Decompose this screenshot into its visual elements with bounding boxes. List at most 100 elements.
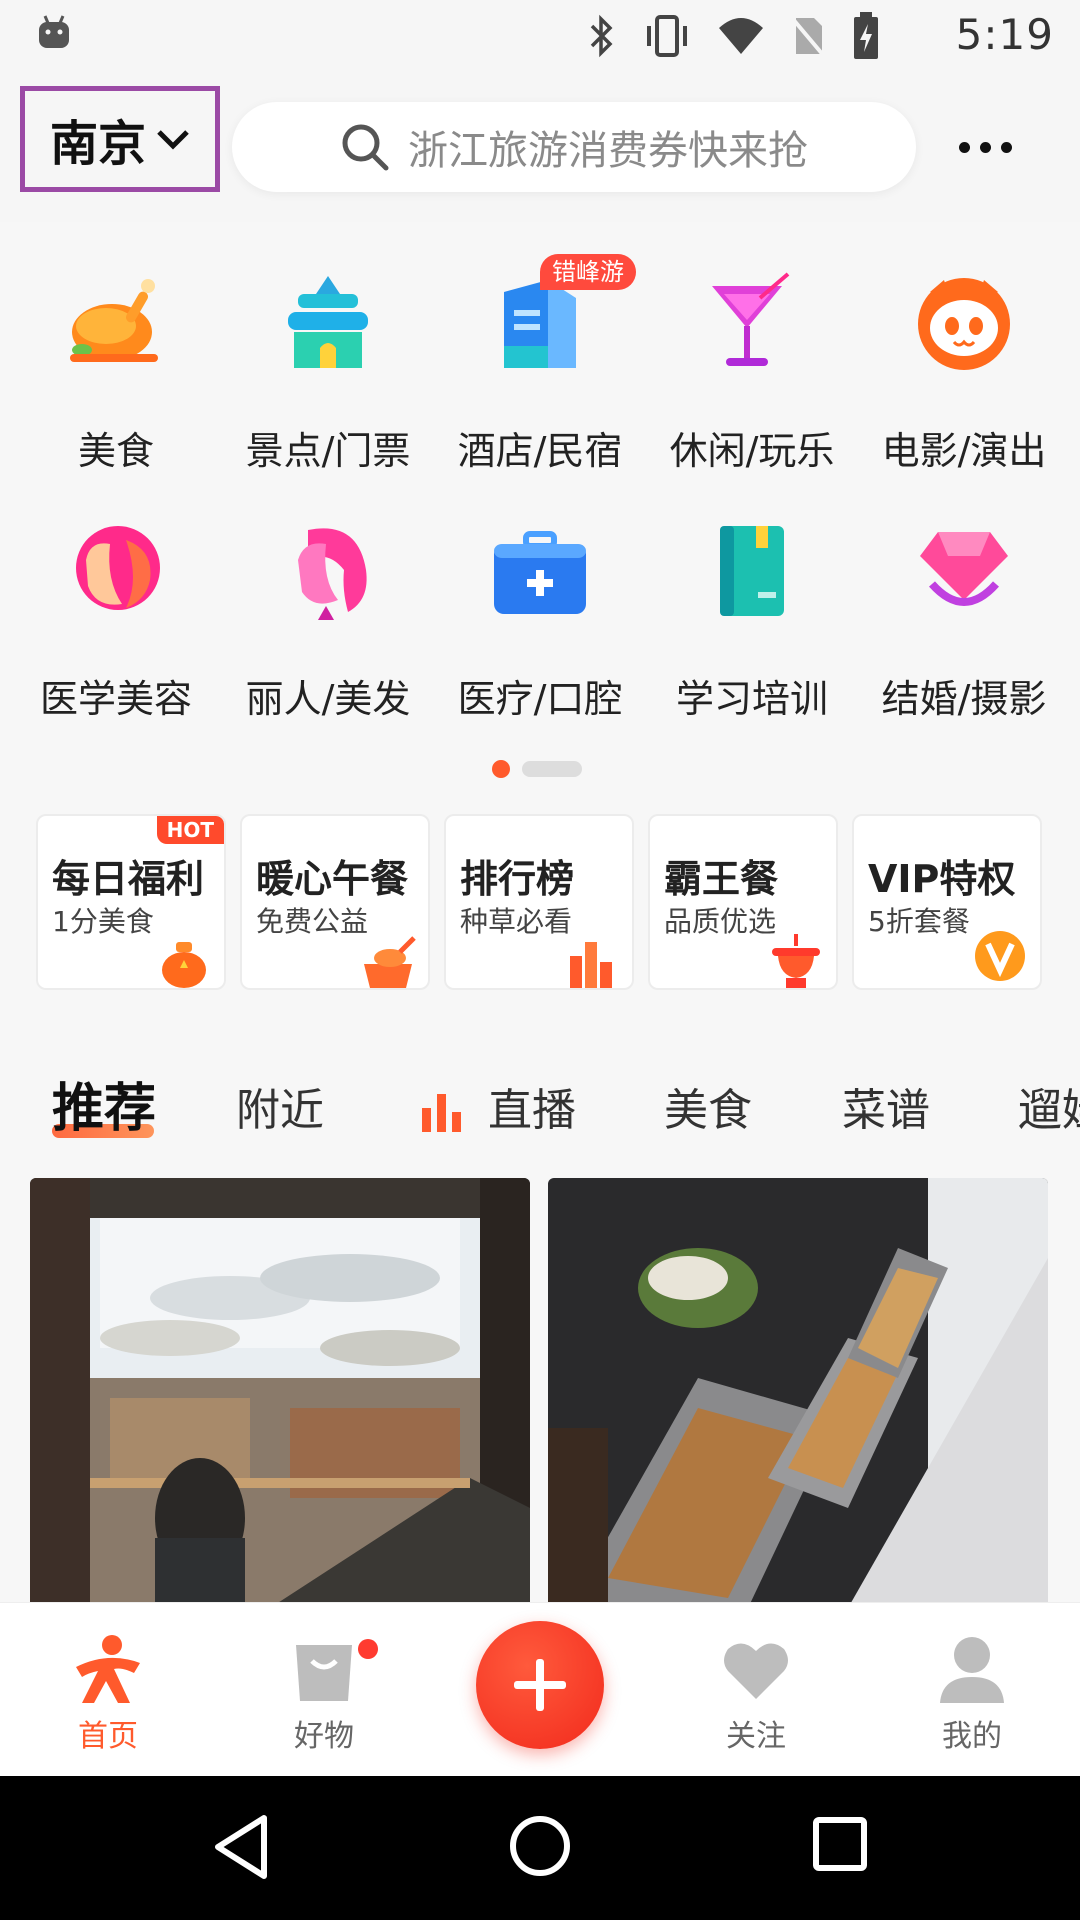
cocktail-icon bbox=[712, 272, 790, 366]
off-peak-badge: 错峰游 bbox=[540, 254, 636, 290]
promo-title: 霸王餐 bbox=[664, 857, 779, 901]
vip-v-icon bbox=[975, 931, 1025, 981]
back-icon[interactable] bbox=[212, 1812, 272, 1882]
live-bars-icon bbox=[422, 1094, 461, 1132]
medical-kit-icon bbox=[494, 531, 586, 614]
home-person-icon bbox=[76, 1635, 140, 1703]
no-sim-icon bbox=[790, 16, 826, 58]
heart-icon bbox=[724, 1643, 788, 1699]
promo-vip[interactable]: VIP特权 5折套餐 bbox=[852, 814, 1042, 990]
category-wedding[interactable]: 结婚/摄影 bbox=[858, 520, 1070, 750]
diamond-ring-icon bbox=[920, 532, 1008, 606]
category-food[interactable]: 美食 bbox=[10, 272, 222, 502]
tab-recommend[interactable]: 推荐 bbox=[52, 1066, 156, 1141]
hairstyle-icon bbox=[298, 528, 367, 620]
promo-subtitle: 5折套餐 bbox=[868, 905, 970, 938]
category-pager bbox=[492, 760, 582, 778]
promo-subtitle: 种草必看 bbox=[460, 905, 573, 938]
android-icon bbox=[39, 15, 69, 48]
tab-live[interactable]: 直播 bbox=[488, 1074, 576, 1138]
search-bar[interactable]: 浙江旅游消费券快来抢 bbox=[232, 102, 916, 192]
nav-me[interactable]: 我的 bbox=[902, 1633, 1042, 1755]
promo-subtitle: 免费公益 bbox=[256, 905, 369, 938]
promo-free-meal[interactable]: 霸王餐 品质优选 bbox=[648, 814, 838, 990]
status-bar: 5:19 bbox=[0, 0, 1080, 72]
city-name: 南京 bbox=[49, 116, 146, 172]
ancient-town-umbrellas-photo bbox=[30, 1178, 530, 1608]
user-icon bbox=[940, 1637, 1004, 1703]
money-bag-icon bbox=[162, 942, 206, 988]
city-selector[interactable]: 南京 bbox=[20, 86, 220, 192]
promo-ranking[interactable]: 排行榜 种草必看 bbox=[444, 814, 634, 990]
battery-charging-icon bbox=[854, 12, 878, 59]
feed-card-right[interactable] bbox=[548, 1178, 1048, 1608]
vibrate-icon bbox=[647, 15, 687, 57]
nav-label: 首页 bbox=[78, 1719, 138, 1754]
tab-kids[interactable]: 遛娃 bbox=[1018, 1074, 1080, 1138]
category-label: 学习培训 bbox=[675, 677, 828, 721]
category-label: 电影/演出 bbox=[881, 429, 1047, 473]
search-icon bbox=[342, 124, 389, 171]
promo-warm-lunch[interactable]: 暖心午餐 免费公益 bbox=[240, 814, 430, 990]
top-header: 南京 浙江旅游消费券快来抢 bbox=[0, 72, 1080, 222]
roast-chicken-icon bbox=[70, 279, 158, 362]
book-icon bbox=[720, 526, 784, 616]
create-post-button[interactable] bbox=[476, 1621, 604, 1749]
hotpot-icon bbox=[772, 934, 820, 988]
bluetooth-icon bbox=[590, 14, 613, 58]
search-placeholder: 浙江旅游消费券快来抢 bbox=[408, 128, 808, 174]
promo-title: VIP特权 bbox=[868, 857, 1016, 901]
shopping-bag-icon bbox=[296, 1645, 352, 1701]
category-hotel[interactable]: 酒店/民宿 bbox=[434, 272, 646, 502]
category-label: 景点/门票 bbox=[245, 429, 411, 473]
feed-card-left[interactable] bbox=[30, 1178, 530, 1608]
nav-label: 我的 bbox=[942, 1719, 1002, 1754]
chevron-down-icon bbox=[157, 130, 189, 150]
category-hair[interactable]: 丽人/美发 bbox=[222, 520, 434, 750]
category-label: 酒店/民宿 bbox=[457, 429, 623, 473]
promo-title: 每日福利 bbox=[52, 857, 205, 901]
home-circle-icon[interactable] bbox=[508, 1814, 572, 1878]
notification-dot bbox=[358, 1639, 378, 1659]
cat-face-icon bbox=[918, 278, 1010, 370]
category-education[interactable]: 学习培训 bbox=[646, 520, 858, 750]
bar-chart-icon bbox=[570, 942, 612, 988]
feed-tabs: 推荐 附近 直播 美食 菜谱 遛娃 bbox=[0, 1060, 1080, 1150]
nav-label: 好物 bbox=[294, 1719, 354, 1754]
more-dots-icon bbox=[958, 141, 970, 153]
tab-nearby[interactable]: 附近 bbox=[236, 1074, 324, 1138]
tab-recipes[interactable]: 菜谱 bbox=[842, 1074, 930, 1138]
category-medical-beauty[interactable]: 医学美容 bbox=[10, 520, 222, 750]
category-label: 结婚/摄影 bbox=[881, 677, 1047, 721]
recents-square-icon[interactable] bbox=[812, 1816, 868, 1872]
pager-dot-active bbox=[492, 760, 510, 778]
tab-food[interactable]: 美食 bbox=[664, 1074, 752, 1138]
pager-dot bbox=[522, 761, 582, 777]
meal-icon bbox=[364, 936, 416, 988]
category-movies[interactable]: 电影/演出 bbox=[858, 272, 1070, 502]
category-dental[interactable]: 医疗/口腔 bbox=[434, 520, 646, 750]
promo-daily-welfare[interactable]: HOT 每日福利 1分美食 bbox=[36, 814, 226, 990]
nav-home[interactable]: 首页 bbox=[38, 1633, 178, 1755]
bottom-nav: 首页 好物 关注 我的 bbox=[0, 1602, 1080, 1776]
promo-subtitle: 品质优选 bbox=[664, 905, 777, 938]
promo-subtitle: 1分美食 bbox=[52, 905, 154, 938]
nav-follow[interactable]: 关注 bbox=[686, 1633, 826, 1755]
more-menu-button[interactable] bbox=[950, 122, 1020, 172]
wifi-icon bbox=[719, 18, 763, 54]
buffet-food-trays-photo bbox=[548, 1178, 1048, 1608]
promo-title: 暖心午餐 bbox=[256, 857, 409, 901]
category-label: 医学美容 bbox=[39, 677, 192, 721]
app-root: { "status_bar": { "time": "5:19", "icons… bbox=[0, 0, 1080, 1920]
system-nav-bar bbox=[0, 1776, 1080, 1920]
beauty-face-icon bbox=[76, 526, 160, 610]
category-label: 美食 bbox=[77, 429, 154, 473]
category-label: 丽人/美发 bbox=[245, 677, 411, 721]
category-label: 医疗/口腔 bbox=[457, 677, 623, 721]
category-leisure[interactable]: 休闲/玩乐 bbox=[646, 272, 858, 502]
category-label: 休闲/玩乐 bbox=[669, 429, 835, 473]
status-time: 5:19 bbox=[955, 10, 1054, 59]
category-attractions[interactable]: 景点/门票 bbox=[222, 272, 434, 502]
nav-label: 关注 bbox=[726, 1719, 786, 1754]
hot-badge: HOT bbox=[156, 816, 224, 844]
